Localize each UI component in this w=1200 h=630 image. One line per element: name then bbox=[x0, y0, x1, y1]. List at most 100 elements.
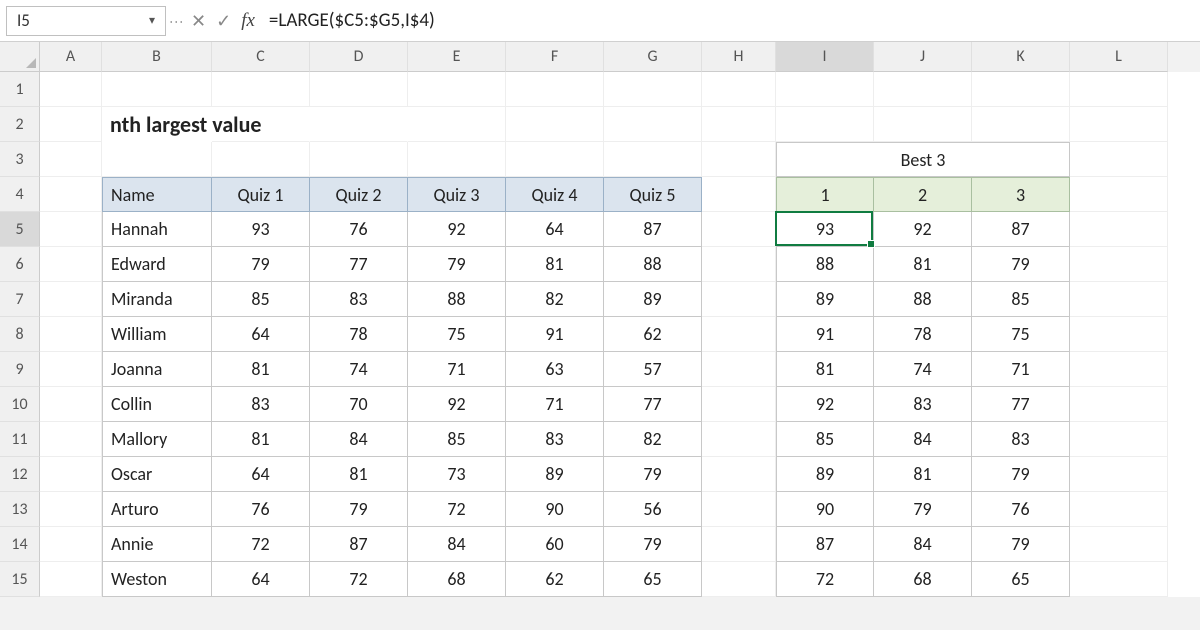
cell[interactable] bbox=[1070, 352, 1168, 387]
cell[interactable] bbox=[40, 457, 102, 492]
quiz-score[interactable]: 81 bbox=[310, 457, 408, 492]
cell[interactable] bbox=[604, 107, 702, 142]
cell[interactable] bbox=[40, 527, 102, 562]
cell[interactable] bbox=[40, 212, 102, 247]
student-name[interactable]: Mallory bbox=[102, 422, 212, 457]
quiz-header[interactable]: Quiz 5 bbox=[604, 177, 702, 212]
cell[interactable] bbox=[506, 142, 604, 177]
best3-header[interactable]: 2 bbox=[874, 177, 972, 212]
cell[interactable] bbox=[40, 177, 102, 212]
quiz-score[interactable]: 63 bbox=[506, 352, 604, 387]
name-box[interactable]: I5 ▾ bbox=[6, 6, 166, 36]
quiz-score[interactable]: 85 bbox=[212, 282, 310, 317]
cell[interactable] bbox=[212, 72, 310, 107]
cell[interactable] bbox=[40, 562, 102, 597]
quiz-score[interactable]: 79 bbox=[212, 247, 310, 282]
best3-score[interactable]: 87 bbox=[972, 212, 1070, 247]
quiz-score[interactable]: 71 bbox=[408, 352, 506, 387]
cell[interactable] bbox=[40, 492, 102, 527]
best3-score[interactable]: 92 bbox=[874, 212, 972, 247]
formula-input[interactable] bbox=[259, 5, 1194, 36]
quiz-score[interactable]: 79 bbox=[408, 247, 506, 282]
column-header-B[interactable]: B bbox=[102, 42, 212, 72]
best3-score[interactable]: 83 bbox=[874, 387, 972, 422]
column-header-D[interactable]: D bbox=[310, 42, 408, 72]
quiz-score[interactable]: 82 bbox=[604, 422, 702, 457]
best3-score[interactable]: 81 bbox=[776, 352, 874, 387]
best3-score[interactable]: 74 bbox=[874, 352, 972, 387]
cell[interactable] bbox=[1070, 177, 1168, 212]
cell[interactable] bbox=[1070, 562, 1168, 597]
best3-score[interactable]: 93 bbox=[776, 212, 874, 247]
cell[interactable] bbox=[1070, 212, 1168, 247]
cancel-icon[interactable]: ✕ bbox=[191, 10, 206, 32]
quiz-score[interactable]: 72 bbox=[212, 527, 310, 562]
row-header-4[interactable]: 4 bbox=[0, 177, 40, 212]
best3-score[interactable]: 77 bbox=[972, 387, 1070, 422]
cell[interactable] bbox=[972, 72, 1070, 107]
cell[interactable] bbox=[1070, 387, 1168, 422]
quiz-score[interactable]: 79 bbox=[604, 527, 702, 562]
row-header-11[interactable]: 11 bbox=[0, 422, 40, 457]
cell[interactable] bbox=[102, 72, 212, 107]
student-name[interactable]: Joanna bbox=[102, 352, 212, 387]
row-header-14[interactable]: 14 bbox=[0, 527, 40, 562]
column-header-L[interactable]: L bbox=[1070, 42, 1168, 72]
quiz-score[interactable]: 92 bbox=[408, 212, 506, 247]
student-name[interactable]: Arturo bbox=[102, 492, 212, 527]
column-header-A[interactable]: A bbox=[40, 42, 102, 72]
cell[interactable] bbox=[40, 352, 102, 387]
best3-score[interactable]: 68 bbox=[874, 562, 972, 597]
cell[interactable] bbox=[702, 177, 776, 212]
best3-score[interactable]: 87 bbox=[776, 527, 874, 562]
quiz-score[interactable]: 72 bbox=[408, 492, 506, 527]
cell[interactable] bbox=[506, 107, 604, 142]
row-header-8[interactable]: 8 bbox=[0, 317, 40, 352]
column-header-I[interactable]: I bbox=[776, 42, 874, 72]
best3-header[interactable]: 1 bbox=[776, 177, 874, 212]
row-header-5[interactable]: 5 bbox=[0, 212, 40, 247]
quiz-score[interactable]: 85 bbox=[408, 422, 506, 457]
cell[interactable] bbox=[40, 317, 102, 352]
quiz-score[interactable]: 81 bbox=[506, 247, 604, 282]
cell[interactable] bbox=[702, 72, 776, 107]
best3-score[interactable]: 85 bbox=[776, 422, 874, 457]
quiz-header[interactable]: Quiz 1 bbox=[212, 177, 310, 212]
cell[interactable] bbox=[310, 107, 408, 142]
quiz-score[interactable]: 71 bbox=[506, 387, 604, 422]
row-header-12[interactable]: 12 bbox=[0, 457, 40, 492]
quiz-score[interactable]: 75 bbox=[408, 317, 506, 352]
cell[interactable] bbox=[1070, 457, 1168, 492]
quiz-score[interactable]: 79 bbox=[310, 492, 408, 527]
quiz-score[interactable]: 72 bbox=[310, 562, 408, 597]
best3-header[interactable]: 3 bbox=[972, 177, 1070, 212]
quiz-header[interactable]: Quiz 4 bbox=[506, 177, 604, 212]
quiz-score[interactable]: 89 bbox=[604, 282, 702, 317]
column-header-J[interactable]: J bbox=[874, 42, 972, 72]
best3-score[interactable]: 71 bbox=[972, 352, 1070, 387]
column-header-E[interactable]: E bbox=[408, 42, 506, 72]
chevron-down-icon[interactable]: ▾ bbox=[149, 13, 155, 28]
cell[interactable] bbox=[1070, 492, 1168, 527]
best3-score[interactable]: 81 bbox=[874, 457, 972, 492]
cell[interactable] bbox=[972, 107, 1070, 142]
quiz-score[interactable]: 57 bbox=[604, 352, 702, 387]
cell[interactable] bbox=[702, 422, 776, 457]
dots-vertical-icon[interactable]: ⋮ bbox=[166, 15, 187, 27]
cell[interactable] bbox=[408, 142, 506, 177]
cell[interactable] bbox=[408, 107, 506, 142]
cell[interactable] bbox=[506, 72, 604, 107]
quiz-score[interactable]: 84 bbox=[408, 527, 506, 562]
quiz-score[interactable]: 77 bbox=[310, 247, 408, 282]
quiz-score[interactable]: 89 bbox=[506, 457, 604, 492]
student-name[interactable]: Edward bbox=[102, 247, 212, 282]
best3-score[interactable]: 90 bbox=[776, 492, 874, 527]
best3-score[interactable]: 78 bbox=[874, 317, 972, 352]
best3-score[interactable]: 84 bbox=[874, 527, 972, 562]
quiz-score[interactable]: 79 bbox=[604, 457, 702, 492]
quiz-score[interactable]: 64 bbox=[212, 562, 310, 597]
student-name[interactable]: Weston bbox=[102, 562, 212, 597]
quiz-score[interactable]: 83 bbox=[310, 282, 408, 317]
column-header-H[interactable]: H bbox=[702, 42, 776, 72]
cell[interactable] bbox=[702, 282, 776, 317]
